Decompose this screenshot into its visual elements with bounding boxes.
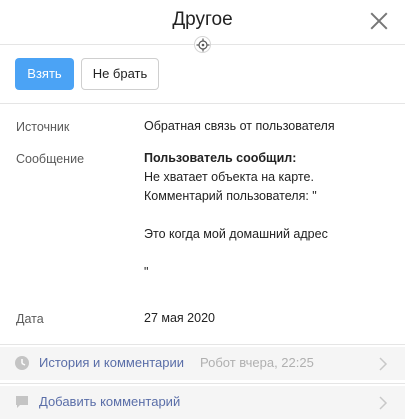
- fields-divider: [0, 344, 405, 345]
- take-button[interactable]: Взять: [15, 58, 74, 90]
- source-label: Источник: [16, 120, 70, 134]
- comment-row[interactable]: Добавить комментарий: [0, 386, 405, 419]
- message-line-3: Это когда мой домашний адрес: [144, 227, 328, 241]
- message-line-1: Не хватает объекта на карте.: [144, 170, 314, 184]
- dialog-title: Другое: [172, 9, 233, 30]
- add-comment-label: Добавить комментарий: [39, 394, 181, 409]
- message-blank: [144, 206, 328, 225]
- message-blank: [144, 244, 328, 263]
- message-line-4: ": [144, 265, 149, 279]
- history-meta: Робот вчера, 22:25: [200, 355, 314, 370]
- history-row[interactable]: История и комментарии Робот вчера, 22:25: [0, 347, 405, 380]
- message-heading: Пользователь сообщил:: [144, 151, 297, 165]
- date-label: Дата: [16, 312, 44, 326]
- close-icon[interactable]: [370, 12, 388, 30]
- locate-icon[interactable]: [194, 36, 211, 53]
- message-line-2: Комментарий пользователя: ": [144, 189, 317, 203]
- history-divider: [0, 383, 405, 384]
- message-label: Сообщение: [16, 152, 85, 166]
- date-value: 27 мая 2020: [144, 311, 215, 325]
- message-value: Пользователь сообщил: Не хватает объекта…: [144, 149, 328, 282]
- skip-button[interactable]: Не брать: [81, 58, 159, 90]
- chevron-right-icon: [377, 357, 389, 371]
- source-value: Обратная связь от пользователя: [144, 119, 335, 133]
- chevron-right-icon: [377, 396, 389, 410]
- chat-bubble-icon: [15, 395, 29, 409]
- actions-divider: [0, 103, 405, 104]
- history-label: История и комментарии: [39, 355, 185, 370]
- clock-icon: [15, 356, 29, 370]
